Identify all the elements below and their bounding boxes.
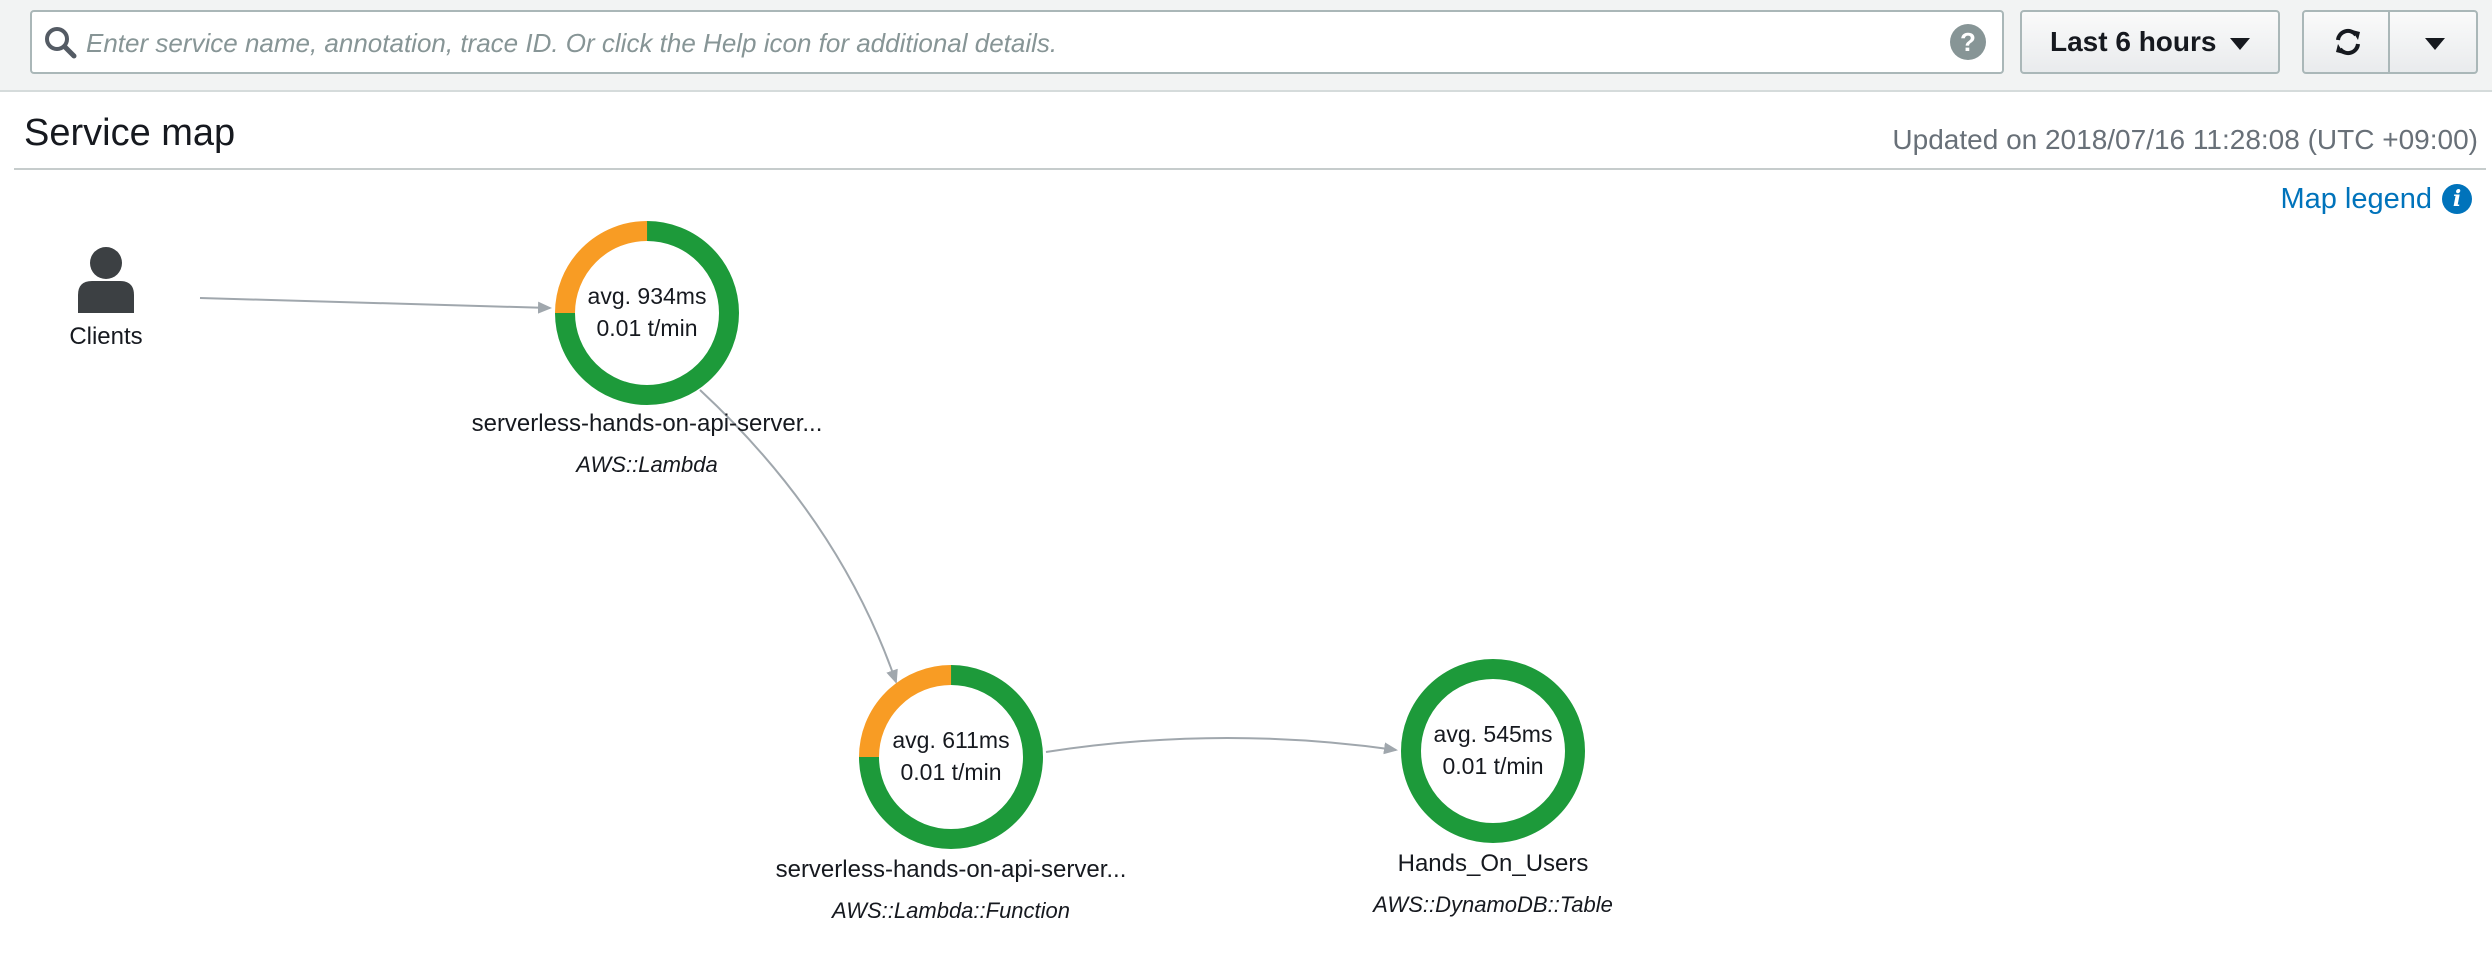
service-node-lambda[interactable]: avg. 934ms 0.01 t/min [552, 218, 742, 408]
avg-latency: avg. 934ms [587, 283, 707, 309]
service-name: serverless-hands-on-api-server... [471, 410, 823, 437]
service-type: AWS::Lambda::Function [831, 898, 1071, 923]
service-map-canvas [199, 297, 1398, 755]
service-name: Hands_On_Users [1397, 850, 1589, 877]
service-node-dynamodb-table[interactable]: avg. 545ms 0.01 t/min [1398, 656, 1588, 846]
edge-clients-to-lambda[interactable] [199, 297, 552, 314]
avg-latency: avg. 545ms [1433, 721, 1553, 747]
service-name: serverless-hands-on-api-server... [775, 856, 1127, 883]
service-type: AWS::DynamoDB::Table [1373, 892, 1613, 917]
avg-latency: avg. 611ms [892, 727, 1010, 753]
clients-label: Clients [69, 323, 143, 350]
edge-function-to-dynamodb[interactable] [1045, 736, 1398, 755]
trace-rate: 0.01 t/min [596, 315, 698, 341]
clients-node[interactable]: Clients [50, 245, 162, 351]
user-icon [78, 247, 134, 313]
trace-rate: 0.01 t/min [1442, 753, 1544, 779]
service-node-lambda-function[interactable]: avg. 611ms 0.01 t/min [856, 662, 1046, 852]
trace-rate: 0.01 t/min [900, 759, 1002, 785]
service-type: AWS::Lambda [576, 452, 718, 477]
